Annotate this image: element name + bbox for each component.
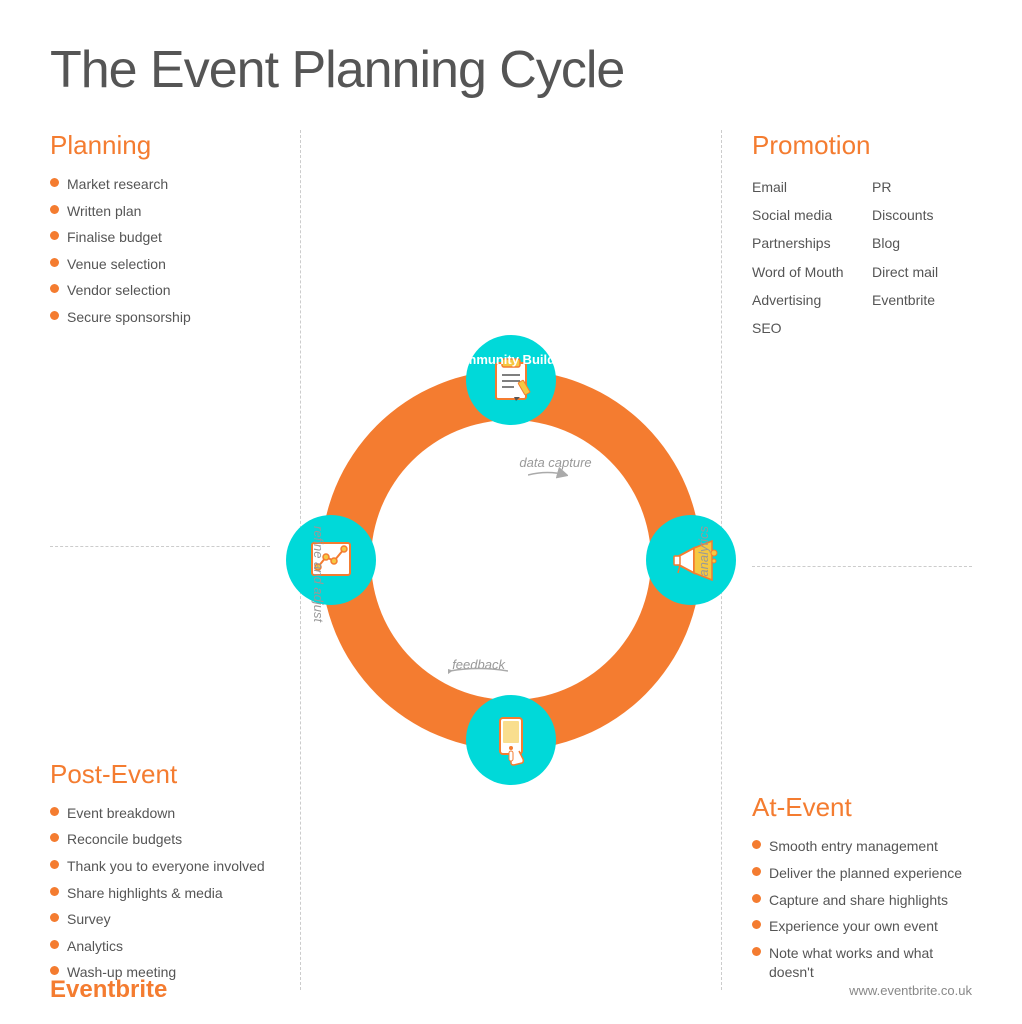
promotion-icon-circle [646,515,736,605]
ring-inner [371,420,651,700]
at-event-title: At-Event [752,792,972,823]
feedback-arrow [448,662,508,680]
bullet-icon [752,920,761,929]
promotion-section: Promotion Email PR Social media Discount… [752,130,972,341]
promo-item: Social media [752,203,852,228]
list-item: Share highlights & media [50,884,270,904]
bullet-icon [50,258,59,267]
website-url: www.eventbrite.co.uk [849,983,972,998]
brand-logo: Eventbrite [50,976,167,1004]
promotion-title: Promotion [752,130,972,161]
list-item: Secure sponsorship [50,308,270,328]
community-building-label: Community Building [447,352,574,367]
data-capture-arrow [528,465,568,485]
list-item: Reconcile budgets [50,830,270,850]
list-item: Thank you to everyone involved [50,857,270,877]
bullet-icon [50,887,59,896]
promo-item: Discounts [872,203,972,228]
right-column: Promotion Email PR Social media Discount… [752,130,972,990]
bullet-icon [50,913,59,922]
cycle-container: Community Building data capture analytic… [301,350,721,770]
post-event-section: Post-Event Event breakdown Reconcile bud… [50,759,270,990]
cycle-diagram: Community Building data capture analytic… [270,130,752,990]
at-event-section: At-Event Smooth entry management Deliver… [752,792,972,990]
analytics-label: analytics [696,526,711,577]
bullet-icon [50,860,59,869]
promo-item: Email [752,175,852,200]
post-event-title: Post-Event [50,759,270,790]
bullet-icon [50,940,59,949]
horizontal-divider-right [752,566,972,567]
list-item: Capture and share highlights [752,891,972,911]
list-item: Event breakdown [50,804,270,824]
post-event-icon-circle [286,515,376,605]
refine-adjust-label: refine and adjust [311,526,326,622]
mobile-hand-icon [484,713,539,768]
bullet-icon [752,840,761,849]
list-item: Venue selection [50,255,270,275]
promo-item: PR [872,175,972,200]
bullet-icon [752,867,761,876]
bullet-icon [50,966,59,975]
post-event-list: Event breakdown Reconcile budgets Thank … [50,804,270,983]
promo-item: Partnerships [752,231,852,256]
promo-item: Eventbrite [872,288,972,313]
list-item: Deliver the planned experience [752,864,972,884]
bullet-icon [50,231,59,240]
bullet-icon [752,894,761,903]
promo-item: SEO [752,316,852,341]
list-item: Survey [50,910,270,930]
promo-item: Direct mail [872,260,972,285]
left-column: Planning Market research Written plan Fi… [50,130,270,990]
bullet-icon [50,311,59,320]
footer: Eventbrite www.eventbrite.co.uk [50,976,972,1004]
promotion-grid: Email PR Social media Discounts Partners… [752,175,972,341]
bullet-icon [50,833,59,842]
list-item: Vendor selection [50,281,270,301]
at-event-list: Smooth entry management Deliver the plan… [752,837,972,983]
planning-list: Market research Written plan Finalise bu… [50,175,270,328]
planning-section: Planning Market research Written plan Fi… [50,130,270,335]
list-item: Analytics [50,937,270,957]
planning-icon-circle [466,335,556,425]
promo-item: Advertising [752,288,852,313]
list-item: Experience your own event [752,917,972,937]
bullet-icon [50,284,59,293]
horizontal-divider [50,546,270,547]
list-item: Market research [50,175,270,195]
promo-item [872,316,972,341]
bullet-icon [50,178,59,187]
bullet-icon [752,947,761,956]
list-item: Finalise budget [50,228,270,248]
list-item: Written plan [50,202,270,222]
page: The Event Planning Cycle Planning Market… [0,0,1022,1024]
content-area: Planning Market research Written plan Fi… [50,130,972,990]
promo-item: Word of Mouth [752,260,852,285]
page-title: The Event Planning Cycle [50,40,972,100]
at-event-icon-circle [466,695,556,785]
promo-item: Blog [872,231,972,256]
bullet-icon [50,205,59,214]
bullet-icon [50,807,59,816]
list-item: Smooth entry management [752,837,972,857]
planning-title: Planning [50,130,270,161]
